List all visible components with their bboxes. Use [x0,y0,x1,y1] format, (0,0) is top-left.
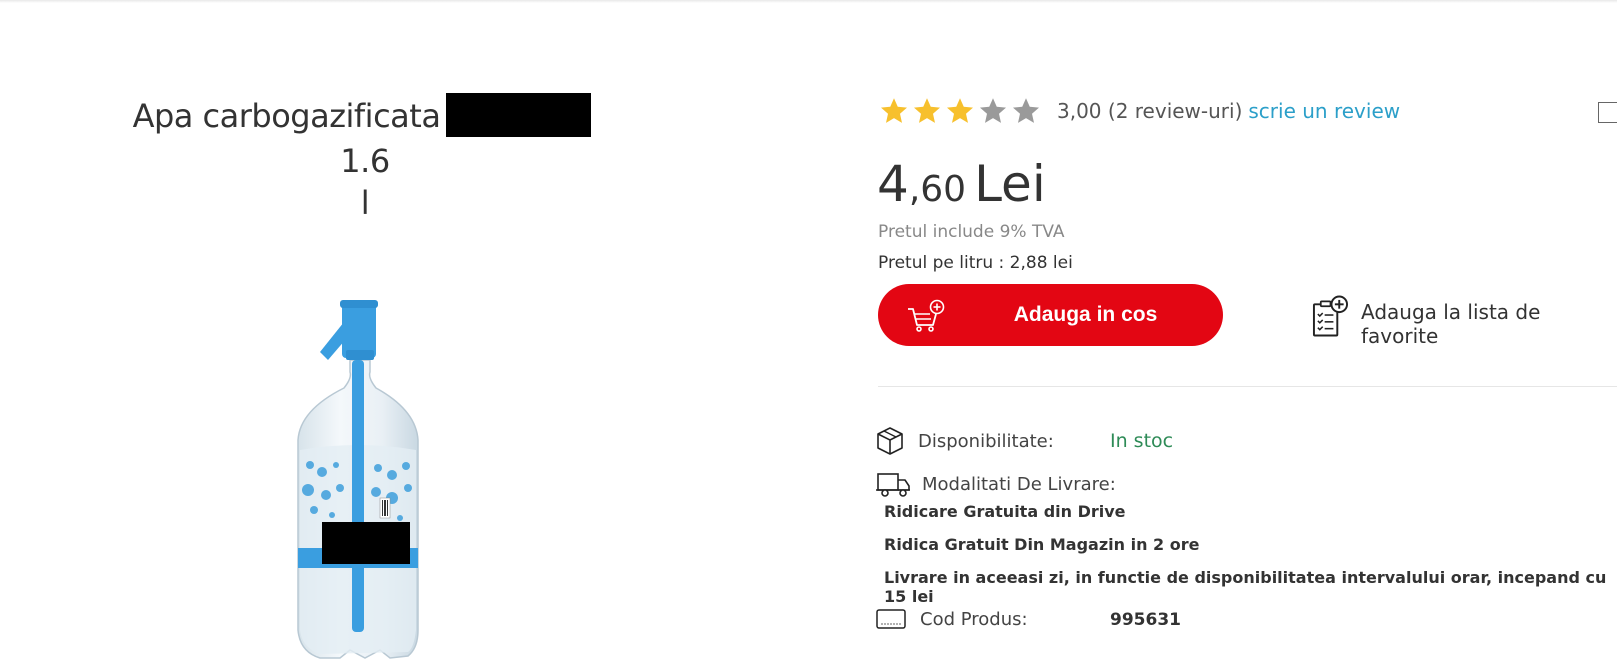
product-code-value: 995631 [1110,610,1181,630]
product-title: Apa carbogazificata 1.6 l [110,93,620,224]
delivery-option: Ridica Gratuit Din Magazin in 2 ore [884,535,1200,554]
divider [878,386,1617,387]
delivery-label: Modalitati De Livrare: [922,473,1116,495]
add-to-favorites-label: Adauga la lista de favorite [1360,300,1541,348]
write-review-link[interactable]: scrie un review [1248,99,1400,123]
availability-row: Disponibilitate: [876,426,1054,456]
add-to-cart-label: Adauga in cos [1013,303,1158,326]
truck-icon [876,473,910,497]
rating: 3,00 (2 review-uri) scrie un review [878,96,1400,126]
availability-value: In stoc [1110,430,1174,452]
redacted-label [322,522,410,564]
header-shadow [0,0,1617,3]
price-integer: 4 [877,155,909,213]
box-icon [877,427,903,455]
compare-checkbox-icon[interactable] [1598,102,1617,123]
price: 4,60 Lei [877,155,1046,213]
add-to-cart-button[interactable]: Adauga in cos [878,284,1223,346]
product-code-row: Cod Produs: [876,608,1028,630]
star-icon [914,98,940,123]
rating-text: 3,00 (2 review-uri) [1057,99,1243,123]
product-title-part1: Apa carbogazificata [132,97,441,135]
star-icon [980,98,1006,123]
delivery-row: Modalitati De Livrare: [876,470,1116,498]
availability-label: Disponibilitate: [918,430,1054,452]
vat-note: Pretul include 9% TVA [878,222,1065,242]
star-icon [881,98,907,123]
delivery-option: Livrare in aceeasi zi, in functie de dis… [884,568,1607,606]
rating-stars [878,96,1043,126]
price-per-litre: Pretul pe litru : 2,88 lei [878,253,1073,273]
delivery-option: Ridicare Gratuita din Drive [884,502,1126,521]
product-image [297,300,419,659]
star-icon [1013,98,1039,123]
add-to-favorites-button[interactable]: Adauga la lista de favorite [1312,292,1617,348]
redacted-brand [446,93,592,137]
product-title-part3: l [360,184,370,222]
product-title-part2: 1.6 [340,142,390,180]
price-decimals: ,60 [908,169,967,210]
barcode-icon [876,609,906,629]
product-code-label: Cod Produs: [920,608,1028,630]
price-currency: Lei [974,155,1046,213]
list-add-icon [1312,295,1349,337]
star-icon [947,98,973,123]
